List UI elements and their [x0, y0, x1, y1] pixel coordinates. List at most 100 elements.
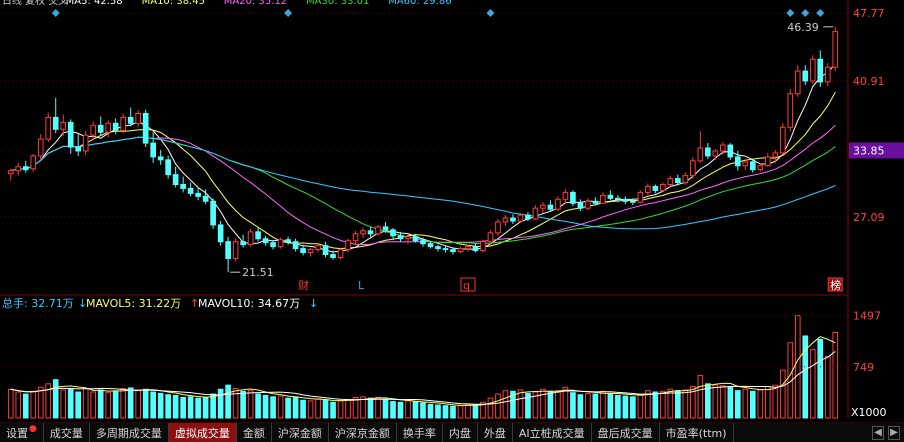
candle[interactable] — [802, 65, 809, 85]
candle[interactable] — [435, 244, 441, 252]
candle[interactable] — [67, 119, 74, 154]
candle[interactable] — [645, 183, 651, 196]
candle[interactable] — [262, 235, 269, 246]
candle[interactable] — [187, 182, 194, 197]
tab-7[interactable]: 换手率 — [397, 423, 443, 442]
candle[interactable] — [727, 143, 734, 160]
scroll-left-icon[interactable]: ◀ — [872, 425, 884, 440]
candle[interactable] — [150, 132, 156, 163]
candle[interactable] — [390, 227, 396, 239]
candle[interactable] — [97, 116, 104, 136]
candle[interactable] — [375, 224, 381, 236]
tab-0[interactable]: 设置 ● — [0, 423, 44, 442]
candle[interactable] — [210, 198, 216, 229]
candle[interactable] — [90, 121, 97, 141]
candle[interactable] — [472, 243, 479, 253]
tab-9[interactable]: 外盘 — [478, 423, 513, 442]
tab-3[interactable]: 虚拟成交量 — [168, 423, 237, 442]
event-marker[interactable]: 榜 — [830, 278, 841, 292]
candle[interactable] — [195, 187, 201, 201]
scroll-right-icon[interactable]: ▶ — [888, 425, 900, 440]
candle[interactable] — [172, 166, 179, 188]
candle[interactable] — [285, 236, 291, 245]
candle[interactable] — [225, 236, 231, 273]
candle[interactable] — [690, 156, 696, 179]
candle[interactable] — [652, 184, 659, 194]
event-marker[interactable]: q — [463, 279, 470, 292]
candle[interactable] — [637, 190, 644, 204]
candle[interactable] — [824, 63, 831, 86]
candle[interactable] — [315, 243, 321, 253]
candle[interactable] — [120, 113, 127, 134]
candle[interactable] — [817, 50, 824, 87]
candle[interactable] — [7, 168, 14, 181]
tab-2[interactable]: 多周期成交量 — [90, 423, 169, 442]
candle[interactable] — [600, 192, 606, 205]
candle[interactable] — [75, 134, 82, 156]
candle[interactable] — [427, 241, 434, 249]
candle[interactable] — [517, 213, 524, 223]
candle[interactable] — [277, 237, 284, 249]
candle[interactable] — [705, 143, 711, 159]
tab-10[interactable]: AI立桩成交量 — [513, 423, 592, 442]
candle[interactable] — [764, 152, 771, 167]
candle[interactable] — [749, 159, 756, 173]
candle[interactable] — [577, 199, 584, 212]
candle[interactable] — [622, 196, 629, 205]
kline-chart[interactable]: 日线 复权 交叉MA5: 42.58 MA10: 38.45 MA20: 35.12… — [0, 0, 904, 422]
candle[interactable] — [682, 172, 689, 185]
candle[interactable] — [794, 65, 801, 97]
tab-1[interactable]: 成交量 — [44, 423, 90, 442]
candle[interactable] — [502, 215, 509, 226]
candle[interactable] — [352, 230, 359, 245]
candle[interactable] — [360, 227, 366, 238]
candle[interactable] — [510, 214, 516, 224]
candle[interactable] — [307, 247, 314, 257]
candle[interactable] — [165, 155, 171, 179]
candle[interactable] — [142, 109, 149, 148]
candle[interactable] — [180, 176, 186, 193]
candle[interactable] — [660, 182, 666, 193]
candle[interactable] — [585, 198, 591, 211]
candle[interactable] — [555, 196, 561, 212]
candle[interactable] — [540, 202, 546, 214]
candle[interactable] — [52, 97, 59, 134]
candle[interactable] — [240, 234, 246, 248]
candle[interactable] — [532, 205, 539, 221]
candle[interactable] — [480, 239, 486, 253]
candle[interactable] — [247, 228, 254, 247]
event-marker[interactable]: L — [358, 279, 365, 292]
tab-5[interactable]: 沪深金额 — [272, 423, 329, 442]
candle[interactable] — [135, 110, 141, 128]
candle[interactable] — [270, 239, 276, 250]
candle[interactable] — [37, 134, 44, 160]
tab-12[interactable]: 市盈率(ttm) — [660, 423, 734, 442]
event-marker[interactable]: 财 — [298, 278, 309, 292]
candle[interactable] — [82, 131, 89, 155]
candle[interactable] — [337, 247, 344, 260]
candle[interactable] — [787, 88, 794, 132]
tab-8[interactable]: 内盘 — [443, 423, 478, 442]
tab-6[interactable]: 沪深京金额 — [329, 423, 397, 442]
candle[interactable] — [22, 160, 29, 173]
candle[interactable] — [832, 26, 839, 72]
candle[interactable] — [15, 162, 22, 176]
candle[interactable] — [157, 149, 164, 165]
candle[interactable] — [217, 220, 224, 246]
candle[interactable] — [495, 219, 501, 236]
tab-4[interactable]: 金额 — [237, 423, 272, 442]
candle[interactable] — [457, 246, 464, 254]
tab-11[interactable]: 盘后成交量 — [592, 423, 660, 442]
candle[interactable] — [232, 238, 239, 262]
candle[interactable] — [322, 241, 329, 258]
candle[interactable] — [562, 189, 569, 204]
candle[interactable] — [809, 55, 816, 84]
candle[interactable] — [779, 123, 786, 155]
candle[interactable] — [367, 226, 374, 237]
candle[interactable] — [570, 190, 576, 207]
candle[interactable] — [697, 131, 704, 163]
candle[interactable] — [30, 153, 37, 172]
candle[interactable] — [607, 190, 614, 201]
candle[interactable] — [127, 107, 134, 127]
candle[interactable] — [45, 112, 52, 143]
